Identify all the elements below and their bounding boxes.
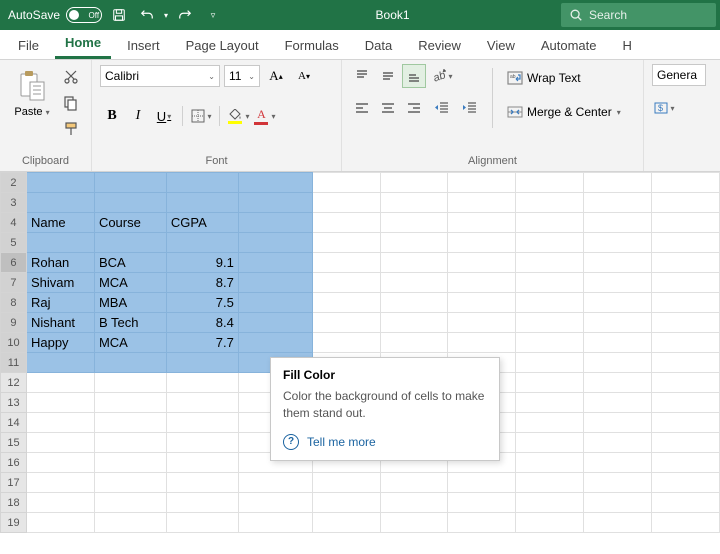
autosave-label: AutoSave: [8, 8, 60, 22]
row-header[interactable]: 9: [1, 313, 27, 333]
row-header[interactable]: 19: [1, 513, 27, 533]
row-header[interactable]: 2: [1, 173, 27, 193]
cell[interactable]: 8.4: [166, 313, 238, 333]
font-name-combo[interactable]: Calibri⌄: [100, 65, 220, 87]
tooltip-title: Fill Color: [283, 368, 487, 382]
tell-me-more-link[interactable]: ? Tell me more: [283, 434, 487, 450]
row-header[interactable]: 16: [1, 453, 27, 473]
workbook-title: Book1: [224, 8, 561, 22]
merge-center-button[interactable]: Merge & Center▾: [503, 100, 625, 124]
cell[interactable]: MCA: [94, 273, 166, 293]
font-group-label: Font: [100, 153, 333, 171]
row-header[interactable]: 5: [1, 233, 27, 253]
worksheet[interactable]: 2 3 4NameCourseCGPA 5 6RohanBCA9.1 7Shiv…: [0, 172, 720, 533]
cell[interactable]: 8.7: [166, 273, 238, 293]
align-bottom-button[interactable]: [402, 64, 426, 88]
row-header[interactable]: 8: [1, 293, 27, 313]
decrease-font-icon[interactable]: A▾: [292, 64, 316, 88]
cell[interactable]: Raj: [26, 293, 94, 313]
accounting-format-button[interactable]: $▾: [652, 96, 676, 120]
row-header[interactable]: 12: [1, 373, 27, 393]
tab-automate[interactable]: Automate: [531, 32, 607, 59]
format-painter-button[interactable]: [60, 118, 82, 140]
cell[interactable]: Rohan: [26, 253, 94, 273]
fill-color-button[interactable]: ▾: [226, 104, 250, 128]
wrap-text-button[interactable]: ab Wrap Text: [503, 66, 625, 90]
increase-font-icon[interactable]: A▴: [264, 64, 288, 88]
row-header[interactable]: 3: [1, 193, 27, 213]
copy-button[interactable]: [60, 92, 82, 114]
tab-data[interactable]: Data: [355, 32, 402, 59]
underline-button[interactable]: U▾: [152, 104, 176, 128]
row-header[interactable]: 4: [1, 213, 27, 233]
row-header[interactable]: 17: [1, 473, 27, 493]
svg-text:ab: ab: [510, 74, 516, 80]
cell[interactable]: 9.1: [166, 253, 238, 273]
fill-color-tooltip: Fill Color Color the background of cells…: [270, 357, 500, 461]
borders-button[interactable]: ▾: [189, 104, 213, 128]
tab-formulas[interactable]: Formulas: [275, 32, 349, 59]
save-button[interactable]: [108, 4, 130, 26]
cell[interactable]: 7.5: [166, 293, 238, 313]
tab-home[interactable]: Home: [55, 29, 111, 59]
cell[interactable]: Course: [94, 213, 166, 233]
tooltip-body: Color the background of cells to make th…: [283, 388, 487, 422]
titlebar: AutoSave Off ▾ ▿ Book1 Search: [0, 0, 720, 30]
search-box[interactable]: Search: [561, 3, 716, 27]
alignment-group-label: Alignment: [350, 153, 635, 171]
cut-button[interactable]: [60, 66, 82, 88]
row-header[interactable]: 14: [1, 413, 27, 433]
row-header[interactable]: 11: [1, 353, 27, 373]
align-left-button[interactable]: [350, 96, 374, 120]
cell[interactable]: B Tech: [94, 313, 166, 333]
ribbon-tabs: File Home Insert Page Layout Formulas Da…: [0, 30, 720, 60]
redo-button[interactable]: [174, 4, 196, 26]
help-icon: ?: [283, 434, 299, 450]
clipboard-group-label: Clipboard: [8, 153, 83, 171]
cell[interactable]: BCA: [94, 253, 166, 273]
cell[interactable]: CGPA: [166, 213, 238, 233]
align-right-button[interactable]: [402, 96, 426, 120]
paste-button[interactable]: Paste▾: [8, 64, 56, 118]
search-placeholder: Search: [589, 8, 627, 22]
cell[interactable]: MBA: [94, 293, 166, 313]
cell[interactable]: Shivam: [26, 273, 94, 293]
increase-indent-button[interactable]: [458, 96, 482, 120]
autosave-toggle[interactable]: Off: [66, 7, 102, 23]
cell[interactable]: MCA: [94, 333, 166, 353]
tab-help[interactable]: H: [613, 32, 642, 59]
italic-button[interactable]: I: [126, 104, 150, 128]
tab-review[interactable]: Review: [408, 32, 471, 59]
align-middle-button[interactable]: [376, 64, 400, 88]
orientation-button[interactable]: ab▾: [430, 64, 454, 88]
font-color-button[interactable]: A▾: [252, 104, 276, 128]
ribbon: Paste▾ Clipboard Calibri⌄ 11⌄ A▴ A▾ B I …: [0, 60, 720, 172]
align-top-button[interactable]: [350, 64, 374, 88]
row-header[interactable]: 18: [1, 493, 27, 513]
align-center-button[interactable]: [376, 96, 400, 120]
svg-text:$: $: [658, 103, 663, 113]
row-header[interactable]: 10: [1, 333, 27, 353]
cell[interactable]: Happy: [26, 333, 94, 353]
undo-button[interactable]: [136, 4, 158, 26]
number-format-combo[interactable]: Genera: [652, 64, 706, 86]
tab-page-layout[interactable]: Page Layout: [176, 32, 269, 59]
cell[interactable]: Nishant: [26, 313, 94, 333]
row-header[interactable]: 13: [1, 393, 27, 413]
qat-customize[interactable]: ▿: [202, 4, 224, 26]
tab-view[interactable]: View: [477, 32, 525, 59]
row-header[interactable]: 15: [1, 433, 27, 453]
row-header[interactable]: 6: [1, 253, 27, 273]
decrease-indent-button[interactable]: [430, 96, 454, 120]
bold-button[interactable]: B: [100, 104, 124, 128]
tab-file[interactable]: File: [8, 32, 49, 59]
cell[interactable]: 7.7: [166, 333, 238, 353]
row-header[interactable]: 7: [1, 273, 27, 293]
tab-insert[interactable]: Insert: [117, 32, 170, 59]
cell[interactable]: Name: [26, 213, 94, 233]
font-size-combo[interactable]: 11⌄: [224, 65, 260, 87]
